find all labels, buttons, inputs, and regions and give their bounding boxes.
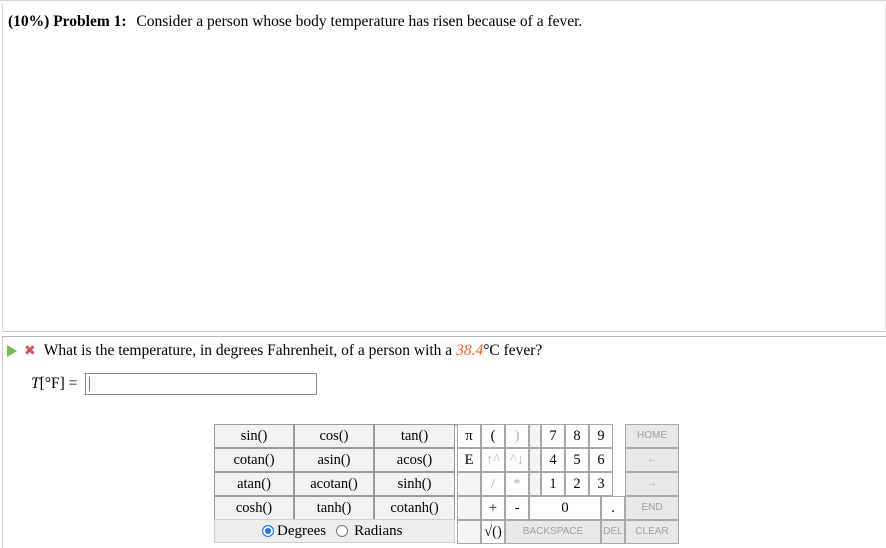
blank-key[interactable]	[457, 496, 481, 520]
question-suffix: °C fever?	[483, 342, 543, 359]
function-key[interactable]: tan()	[374, 424, 455, 448]
clear-key[interactable]: CLEAR	[625, 520, 679, 544]
digit-7-key[interactable]: 7	[541, 424, 565, 448]
minus-key[interactable]: -	[505, 496, 529, 520]
digit-9-key[interactable]: 9	[589, 424, 613, 448]
pi-key[interactable]: π	[457, 424, 481, 448]
subscript-key[interactable]: ^↓	[505, 448, 529, 472]
plus-key[interactable]: +	[481, 496, 505, 520]
home-key[interactable]: HOME	[625, 424, 679, 448]
function-key[interactable]: asin()	[294, 448, 374, 472]
radians-label: Radians	[354, 522, 403, 539]
blank-key[interactable]	[529, 472, 541, 496]
degrees-radio[interactable]	[262, 525, 274, 537]
function-key[interactable]: cotan()	[214, 448, 294, 472]
blank-key[interactable]	[457, 520, 481, 544]
problem-panel: (10%) Problem 1: Consider a person whose…	[2, 4, 886, 330]
decimal-key[interactable]: .	[601, 496, 625, 520]
power-key[interactable]: ↑^	[481, 448, 505, 472]
question-prefix: What is the temperature, in degrees Fahr…	[43, 342, 453, 359]
end-key[interactable]: END	[625, 496, 679, 520]
divide-key[interactable]: /	[481, 472, 505, 496]
delete-key[interactable]: DEL	[601, 520, 625, 544]
backspace-key[interactable]: BACKSPACE	[505, 520, 601, 544]
function-key[interactable]: sinh()	[374, 472, 455, 496]
radians-radio[interactable]	[336, 525, 349, 537]
multiply-key[interactable]: *	[505, 472, 529, 496]
rparen-key[interactable]: )	[505, 424, 529, 448]
function-key[interactable]: sin()	[214, 424, 294, 448]
question-line: ✖ What is the temperature, in degrees Fa…	[6, 342, 542, 360]
play-icon[interactable]	[7, 345, 17, 357]
divider	[2, 331, 886, 332]
x-icon: ✖	[24, 343, 36, 359]
digit-2-key[interactable]: 2	[565, 472, 589, 496]
blank-key[interactable]	[457, 472, 481, 496]
function-key[interactable]: tanh()	[294, 496, 374, 520]
question-value: 38.4	[456, 342, 484, 359]
function-key[interactable]: acos()	[374, 448, 455, 472]
function-key[interactable]: cotanh()	[374, 496, 455, 520]
blank-key[interactable]	[529, 448, 541, 472]
digit-1-key[interactable]: 1	[541, 472, 565, 496]
right-arrow-key[interactable]: →	[625, 472, 679, 496]
function-key[interactable]: atan()	[214, 472, 294, 496]
digit-5-key[interactable]: 5	[565, 448, 589, 472]
e-key[interactable]: E	[457, 448, 481, 472]
degrees-label: Degrees	[277, 522, 327, 539]
digit-8-key[interactable]: 8	[565, 424, 589, 448]
digit-0-key[interactable]: 0	[529, 496, 601, 520]
problem-statement: (10%) Problem 1: Consider a person whose…	[8, 13, 582, 31]
digit-6-key[interactable]: 6	[589, 448, 613, 472]
answer-row: T[°F] =	[31, 373, 318, 395]
lparen-key[interactable]: (	[481, 424, 505, 448]
left-arrow-key[interactable]: ←	[625, 448, 679, 472]
problem-text: Consider a person whose body temperature…	[136, 13, 583, 30]
answer-input[interactable]	[85, 373, 318, 395]
function-key[interactable]: acotan()	[294, 472, 374, 496]
digit-3-key[interactable]: 3	[589, 472, 613, 496]
sqrt-key[interactable]: √()	[481, 520, 505, 544]
function-key[interactable]: cosh()	[214, 496, 294, 520]
caret	[89, 377, 91, 391]
blank-key[interactable]	[529, 424, 541, 448]
problem-label: (10%) Problem 1:	[8, 13, 127, 30]
digit-4-key[interactable]: 4	[541, 448, 565, 472]
function-key[interactable]: cos()	[294, 424, 374, 448]
answer-label: T[°F] =	[31, 375, 78, 392]
angle-mode-row: Degrees Radians	[214, 519, 455, 543]
